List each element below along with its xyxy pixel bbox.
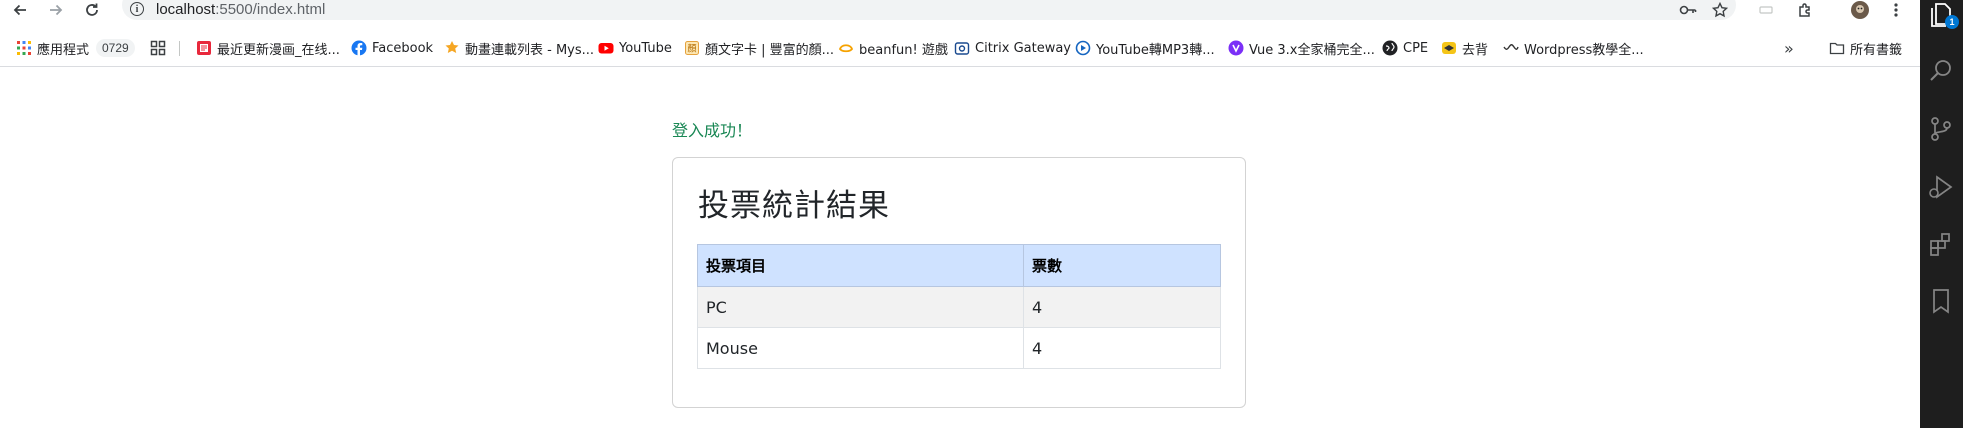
cell-item: Mouse xyxy=(697,327,1024,369)
table-row: PC 4 xyxy=(697,286,1221,328)
bookmark-label: 顏文字卡 | 豐富的顏... xyxy=(705,42,835,58)
url-host: localhost xyxy=(156,1,216,18)
globe-icon xyxy=(1382,40,1398,56)
bookmark-label: YouTube轉MP3轉... xyxy=(1096,42,1215,58)
bookmark-item[interactable]: Vue 3.x全家桶完全... xyxy=(1228,34,1375,62)
bookmark-label: 動畫連載列表 - Mys... xyxy=(465,42,595,58)
bookmark-item[interactable]: Citrix Gateway xyxy=(954,34,1071,62)
results-card: 投票統計結果 投票項目 票數 PC 4 Mouse 4 xyxy=(672,157,1246,408)
vue-course-icon xyxy=(1228,40,1244,56)
removebg-icon xyxy=(1441,40,1457,56)
bookmark-apps[interactable]: 應用程式 xyxy=(16,34,89,62)
table-row: Mouse 4 xyxy=(697,327,1221,369)
bookmark-item[interactable]: YouTube轉MP3轉... xyxy=(1075,34,1215,62)
bookmark-item[interactable]: 顏 顏文字卡 | 豐富的顏... xyxy=(684,34,834,62)
column-header-votes: 票數 xyxy=(1023,244,1221,287)
password-key-icon[interactable] xyxy=(1676,0,1700,20)
bookmarks-overflow-button[interactable]: » xyxy=(1784,34,1794,62)
cell-votes: 4 xyxy=(1023,286,1221,328)
bookmark-label: Vue 3.x全家桶完全... xyxy=(1249,42,1375,58)
bookmark-item[interactable]: beanfun! 遊戲 xyxy=(838,34,948,62)
bookmark-label: Facebook xyxy=(372,40,434,56)
bookmark-label: beanfun! 遊戲 xyxy=(859,42,948,58)
bookmark-label: YouTube xyxy=(619,40,672,56)
bookmark-badge[interactable]: 0729 xyxy=(96,39,135,57)
bookmark-label: 應用程式 xyxy=(37,42,90,58)
source-control-icon[interactable] xyxy=(1926,114,1956,144)
apps-grid-icon xyxy=(16,40,32,56)
reload-icon[interactable] xyxy=(80,0,104,20)
ytmp3-icon xyxy=(1075,40,1091,56)
login-success-message: 登入成功！ xyxy=(672,121,753,140)
bookmark-label: 所有書籤 xyxy=(1850,42,1903,58)
wordpress-icon xyxy=(1503,40,1519,56)
bookmark-separator xyxy=(179,41,180,56)
bookmark-item[interactable]: Wordpress教學全... xyxy=(1503,34,1644,62)
browser-toolbar: i localhost:5500/index.html xyxy=(0,0,1920,20)
bookmark-item[interactable]: 動畫連載列表 - Mys... xyxy=(444,34,594,62)
bookmark-icon[interactable] xyxy=(1926,286,1956,316)
screen: i localhost:5500/index.html 應用程式 0729 最近… xyxy=(0,0,1963,428)
youtube-icon xyxy=(598,40,614,56)
address-bar[interactable] xyxy=(122,0,1736,20)
bookmark-label: Wordpress教學全... xyxy=(1524,42,1644,58)
bookmark-folder-grid[interactable] xyxy=(150,34,171,62)
tab-search-icon[interactable] xyxy=(1756,0,1776,20)
forward-icon[interactable] xyxy=(44,0,68,20)
myself-icon xyxy=(444,40,460,56)
extensions-icon[interactable] xyxy=(1926,230,1956,260)
page-content: 登入成功！ 投票統計結果 投票項目 票數 PC 4 Mouse 4 xyxy=(0,67,1920,428)
facebook-icon xyxy=(351,40,367,56)
card-title: 投票統計結果 xyxy=(698,188,890,224)
chevron-double-right-icon: » xyxy=(1784,38,1794,58)
site-info-icon[interactable]: i xyxy=(130,2,144,16)
bookmark-item[interactable]: 去背 xyxy=(1441,34,1488,62)
extensions-icon[interactable] xyxy=(1793,0,1817,20)
svg-text:顏: 顏 xyxy=(687,43,696,55)
cell-item: PC xyxy=(697,286,1024,328)
url-path: :5500/index.html xyxy=(215,1,326,18)
bookmark-label: Citrix Gateway xyxy=(975,40,1071,56)
table-header-row: 投票項目 票數 xyxy=(697,244,1221,287)
bookmark-item[interactable]: 最近更新漫画_在线... xyxy=(196,34,340,62)
vote-results-table: 投票項目 票數 PC 4 Mouse 4 xyxy=(697,244,1221,369)
search-icon[interactable] xyxy=(1926,56,1956,86)
beanfun-icon xyxy=(838,40,854,56)
bookmark-label: CPE xyxy=(1403,40,1429,56)
bookmarks-bar: 應用程式 0729 最近更新漫画_在线... Facebook 動畫連載列表 -… xyxy=(0,34,1920,62)
folder-icon xyxy=(1829,40,1845,56)
bookmark-label: 去背 xyxy=(1462,42,1489,58)
vscode-activity-bar: 1 xyxy=(1920,0,1963,428)
more-menu-icon[interactable] xyxy=(1888,0,1904,20)
grid-icon xyxy=(150,40,166,56)
profile-avatar-icon[interactable] xyxy=(1848,0,1872,20)
star-icon[interactable] xyxy=(1708,0,1732,20)
bookmark-label: 最近更新漫画_在线... xyxy=(217,42,340,58)
back-icon[interactable] xyxy=(8,0,32,20)
bookmark-item[interactable]: Facebook xyxy=(351,34,433,62)
url-text[interactable]: localhost:5500/index.html xyxy=(156,0,325,20)
kaomoji-icon: 顏 xyxy=(684,40,700,56)
bookmark-item[interactable]: YouTube xyxy=(598,34,672,62)
cell-votes: 4 xyxy=(1023,327,1221,369)
citrix-icon xyxy=(954,40,970,56)
explorer-badge: 1 xyxy=(1945,15,1959,29)
run-debug-icon[interactable] xyxy=(1926,172,1956,202)
column-header-item: 投票項目 xyxy=(697,244,1024,287)
bookmark-item[interactable]: CPE xyxy=(1382,34,1428,62)
manga-icon xyxy=(196,40,212,56)
all-bookmarks-button[interactable]: 所有書籤 xyxy=(1829,34,1902,62)
